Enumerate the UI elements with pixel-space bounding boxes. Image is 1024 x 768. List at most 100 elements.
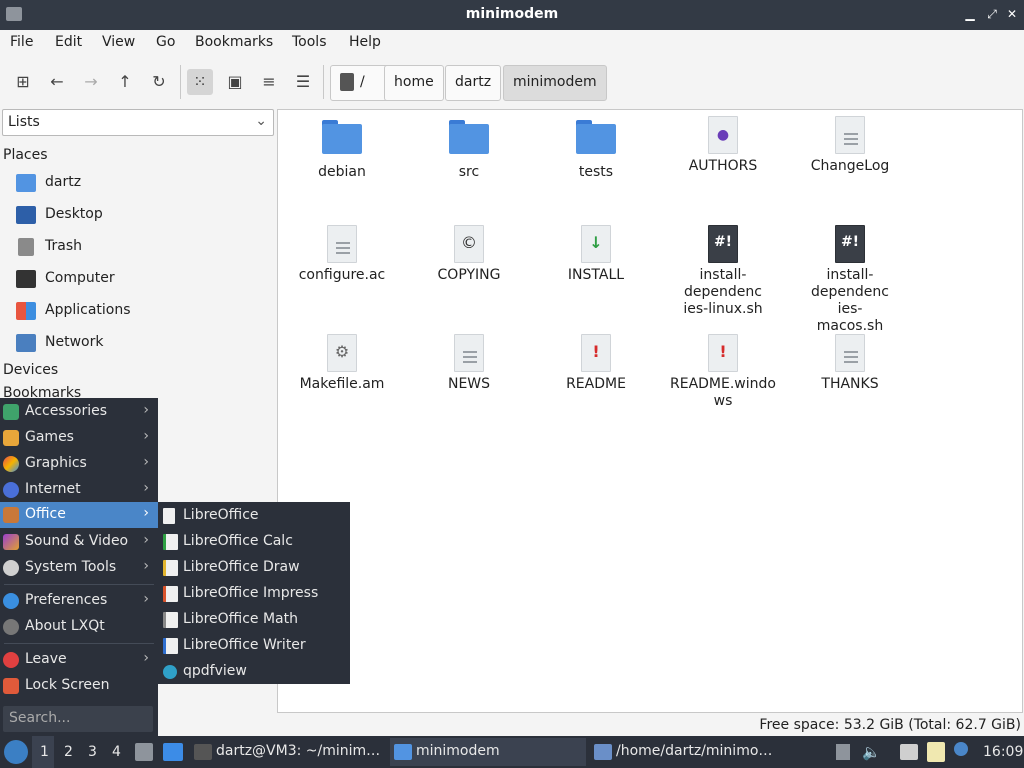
minimize-icon[interactable]: ▁ bbox=[962, 6, 978, 22]
toolbar-separator bbox=[180, 65, 181, 99]
window-titlebar[interactable]: minimodem ▁ ⤢ ✕ bbox=[0, 0, 1024, 30]
breadcrumb-minimodem[interactable]: minimodem bbox=[503, 65, 607, 101]
menu-item-about[interactable]: About LXQt bbox=[0, 614, 158, 640]
submenu-item-calc[interactable]: LibreOffice Calc bbox=[158, 529, 350, 555]
menu-item-graphics[interactable]: Graphics › bbox=[0, 451, 158, 477]
submenu-item-draw[interactable]: LibreOffice Draw bbox=[158, 555, 350, 581]
icon-view-icon[interactable]: ⁙ bbox=[187, 69, 213, 95]
desktop-2-button[interactable]: 2 bbox=[64, 744, 73, 760]
detail-view-icon[interactable]: ☰ bbox=[290, 69, 316, 95]
menu-view[interactable]: View bbox=[102, 34, 135, 50]
show-desktop-icon[interactable] bbox=[163, 743, 183, 761]
up-icon[interactable]: ↑ bbox=[112, 69, 138, 95]
menu-item-sound-video[interactable]: Sound & Video › bbox=[0, 529, 158, 555]
menu-item-accessories[interactable]: Accessories › bbox=[0, 399, 158, 425]
notification-icon[interactable] bbox=[954, 742, 968, 756]
task-file-manager[interactable]: minimodem bbox=[390, 738, 586, 766]
sidebar-item-desktop[interactable]: Desktop bbox=[16, 203, 266, 229]
thumbnail-view-icon[interactable]: ▣ bbox=[222, 69, 248, 95]
menu-help[interactable]: Help bbox=[349, 34, 381, 50]
office-icon bbox=[3, 507, 19, 523]
network-icon bbox=[16, 334, 36, 352]
file-item[interactable]: debian bbox=[287, 120, 397, 181]
submenu-item-libreoffice[interactable]: LibreOffice bbox=[158, 503, 350, 529]
task-text-editor[interactable]: /home/dartz/minimo… bbox=[590, 738, 786, 766]
file-item[interactable]: ↓ INSTALL bbox=[541, 225, 651, 284]
shell-script-icon: #! bbox=[708, 225, 738, 263]
network-tray-icon[interactable] bbox=[900, 744, 918, 760]
compact-view-icon[interactable]: ≡ bbox=[256, 69, 282, 95]
menu-search-input[interactable]: Search... bbox=[3, 706, 153, 732]
clock[interactable]: 16:09 bbox=[983, 744, 1023, 760]
back-icon[interactable]: ← bbox=[44, 69, 70, 95]
desktop-3-button[interactable]: 3 bbox=[88, 744, 97, 760]
menu-file[interactable]: File bbox=[10, 34, 33, 50]
file-item[interactable]: src bbox=[414, 120, 524, 181]
office-submenu: LibreOffice LibreOffice Calc LibreOffice… bbox=[158, 502, 350, 684]
folder-icon bbox=[394, 744, 412, 760]
sidebar-mode-select[interactable]: Lists ⌄ bbox=[2, 109, 274, 136]
applications-icon bbox=[16, 302, 36, 320]
breadcrumb-dartz[interactable]: dartz bbox=[445, 65, 502, 101]
forward-icon[interactable]: → bbox=[78, 69, 104, 95]
menu-go[interactable]: Go bbox=[156, 34, 175, 50]
file-item[interactable]: tests bbox=[541, 120, 651, 181]
menu-bookmarks[interactable]: Bookmarks bbox=[195, 34, 273, 50]
file-item[interactable]: #! install-dependencies-macos.sh bbox=[795, 225, 905, 335]
submenu-item-impress[interactable]: LibreOffice Impress bbox=[158, 581, 350, 607]
draw-icon bbox=[163, 560, 178, 576]
home-folder-icon bbox=[16, 174, 36, 192]
file-item[interactable]: © COPYING bbox=[414, 225, 524, 284]
breadcrumb-home[interactable]: home bbox=[384, 65, 444, 101]
shell-script-icon: #! bbox=[835, 225, 865, 263]
menu-item-internet[interactable]: Internet › bbox=[0, 477, 158, 503]
text-editor-icon bbox=[594, 744, 612, 760]
file-item[interactable]: configure.ac bbox=[287, 225, 397, 284]
menubar: File Edit View Go Bookmarks Tools Help bbox=[0, 30, 1024, 57]
taskbar: 1 2 3 4 dartz@VM3: ~/minim… minimodem /h… bbox=[0, 736, 1024, 768]
text-file-icon bbox=[327, 225, 357, 263]
maximize-icon[interactable]: ⤢ bbox=[984, 6, 1000, 22]
file-item[interactable]: ChangeLog bbox=[795, 116, 905, 175]
menu-edit[interactable]: Edit bbox=[55, 34, 82, 50]
menu-item-office[interactable]: Office › bbox=[0, 502, 158, 528]
text-file-icon bbox=[835, 116, 865, 154]
power-icon bbox=[3, 652, 19, 668]
file-item[interactable]: ! README.windows bbox=[668, 334, 778, 410]
close-icon[interactable]: ✕ bbox=[1004, 6, 1020, 22]
sidebar-item-computer[interactable]: Computer bbox=[16, 267, 266, 293]
sound-video-icon bbox=[3, 534, 19, 550]
impress-icon bbox=[163, 586, 178, 602]
task-terminal[interactable]: dartz@VM3: ~/minim… bbox=[190, 738, 386, 766]
file-manager-launcher-icon[interactable] bbox=[135, 743, 153, 761]
file-item[interactable]: ⚙ Makefile.am bbox=[287, 334, 397, 393]
submenu-item-qpdfview[interactable]: qpdfview bbox=[158, 659, 350, 685]
file-item[interactable]: ! README bbox=[541, 334, 651, 393]
reload-icon[interactable]: ↻ bbox=[146, 69, 172, 95]
new-tab-icon[interactable]: ⊞ bbox=[10, 69, 36, 95]
desktop-4-button[interactable]: 4 bbox=[112, 744, 121, 760]
file-item[interactable]: #! install-dependencies-linux.sh bbox=[668, 225, 778, 318]
volume-icon[interactable]: 🔈 bbox=[862, 742, 882, 762]
sidebar-item-applications[interactable]: Applications bbox=[16, 299, 266, 325]
submenu-item-math[interactable]: LibreOffice Math bbox=[158, 607, 350, 633]
file-item[interactable]: NEWS bbox=[414, 334, 524, 393]
submenu-item-writer[interactable]: LibreOffice Writer bbox=[158, 633, 350, 659]
menu-item-leave[interactable]: Leave › bbox=[0, 647, 158, 673]
file-item[interactable]: ● AUTHORS bbox=[668, 116, 778, 175]
sidebar-item-trash[interactable]: Trash bbox=[16, 235, 266, 261]
sidebar-item-dartz[interactable]: dartz bbox=[16, 171, 266, 197]
window-title: minimodem bbox=[465, 6, 559, 22]
menu-item-lock-screen[interactable]: Lock Screen bbox=[0, 673, 158, 699]
menu-item-games[interactable]: Games › bbox=[0, 425, 158, 451]
start-menu-icon[interactable] bbox=[4, 740, 28, 764]
authors-file-icon: ● bbox=[708, 116, 738, 154]
sidebar-item-network[interactable]: Network bbox=[16, 331, 266, 357]
menu-tools[interactable]: Tools bbox=[292, 34, 327, 50]
file-item[interactable]: THANKS bbox=[795, 334, 905, 393]
menu-item-preferences[interactable]: Preferences › bbox=[0, 588, 158, 614]
file-view[interactable]: debian src tests ● AUTHORS ChangeLog con… bbox=[277, 109, 1023, 713]
tray-arrow-icon[interactable] bbox=[836, 744, 850, 760]
clipboard-icon[interactable] bbox=[927, 742, 945, 762]
menu-item-system-tools[interactable]: System Tools › bbox=[0, 555, 158, 581]
